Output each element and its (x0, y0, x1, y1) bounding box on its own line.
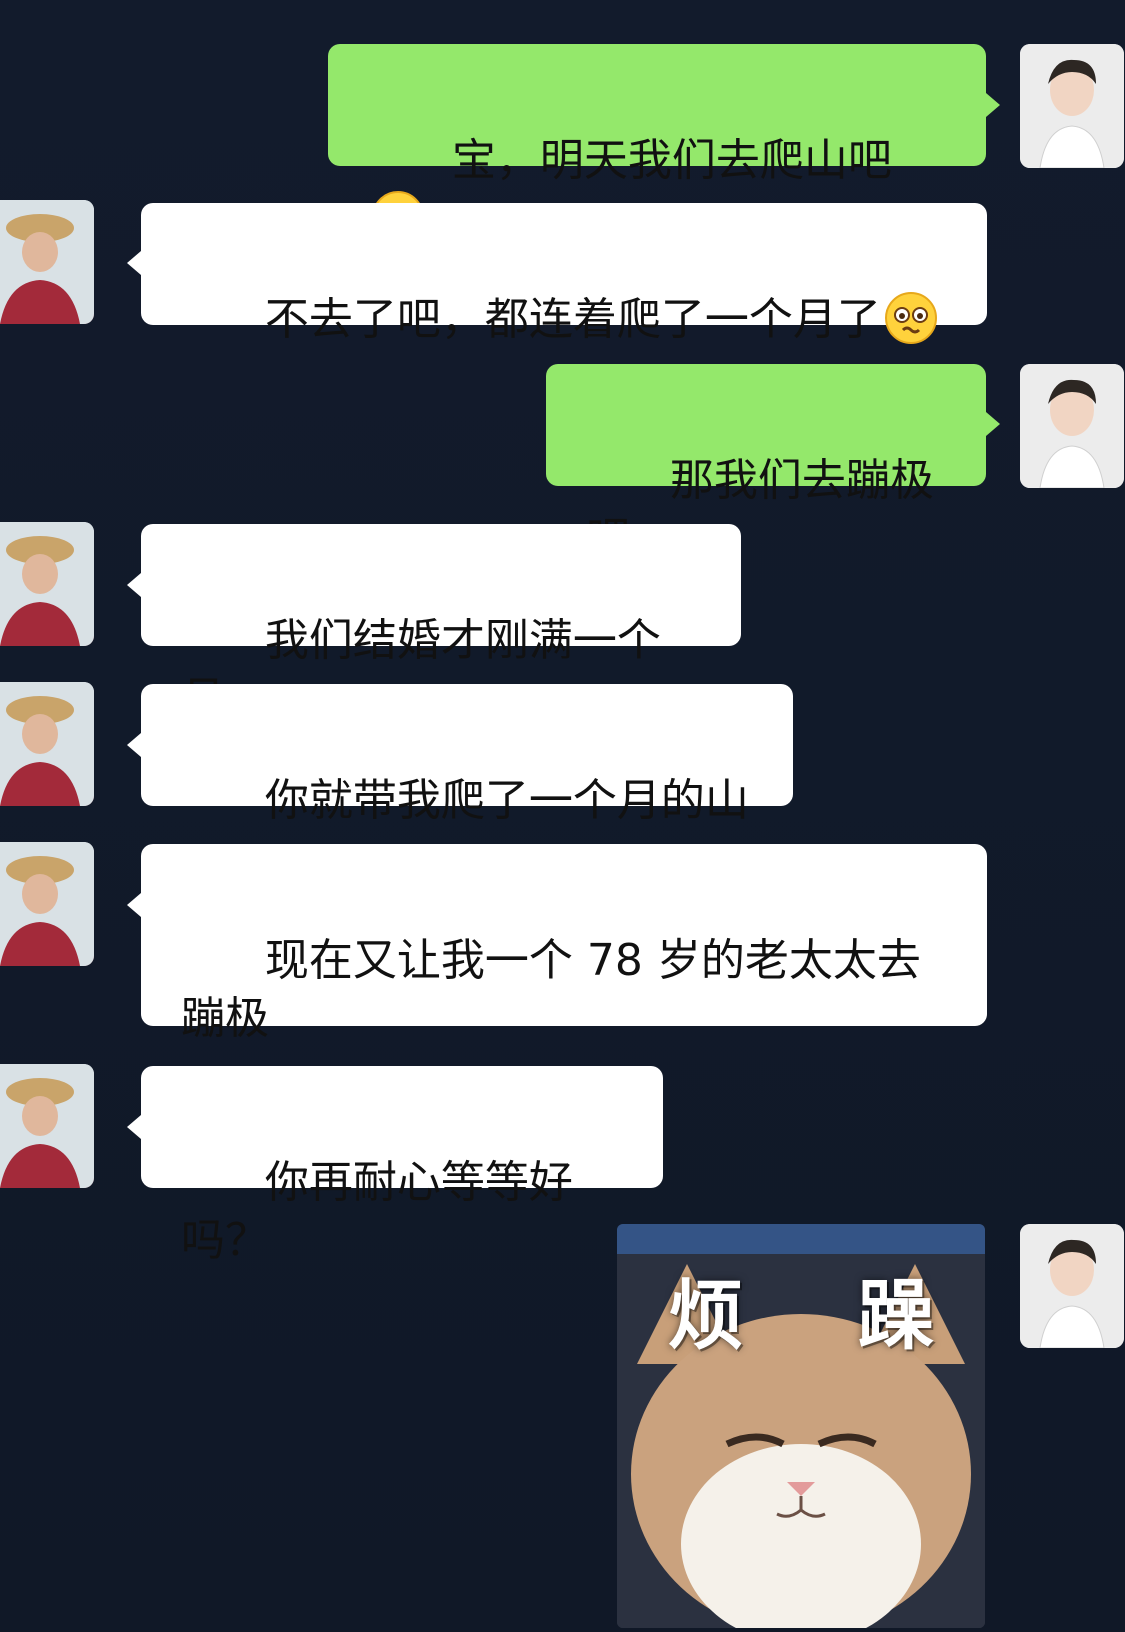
message-bubble-received[interactable]: 不去了吧，都连着爬了一个月了 (141, 203, 987, 345)
message-bubble-sent[interactable]: 宝，明天我们去爬山吧 (328, 44, 986, 243)
message-bubble-received[interactable]: 你就带我爬了一个月的山 (141, 684, 793, 826)
contact-avatar[interactable] (0, 842, 94, 966)
message-text: 你再耐心等等好吗？ (181, 1157, 573, 1266)
contact-avatar[interactable] (0, 1064, 94, 1188)
pleading-emoji-icon (883, 290, 939, 346)
cat-sticker[interactable]: 烦 躁 (617, 1224, 985, 1628)
message-bubble-received[interactable]: 现在又让我一个 78 岁的老太太去 蹦极 (141, 844, 987, 1044)
sticker-caption: 烦 躁 (667, 1271, 979, 1360)
my-avatar[interactable] (1020, 1224, 1124, 1348)
bubble-tail (986, 93, 1000, 117)
contact-avatar[interactable] (0, 200, 94, 324)
message-bubble-sent[interactable]: 那我们去蹦极吧 (546, 364, 986, 564)
my-avatar[interactable] (1020, 364, 1124, 488)
bubble-tail (127, 1115, 141, 1139)
message-bubble-received[interactable]: 你再耐心等等好吗？ (141, 1066, 663, 1266)
contact-avatar[interactable] (0, 682, 94, 806)
message-bubble-received[interactable]: 我们结婚才刚满一个月 (141, 524, 741, 724)
bubble-tail (127, 573, 141, 597)
message-text: 宝，明天我们去爬山吧 (451, 135, 892, 186)
bubble-tail (986, 412, 1000, 436)
message-text: 不去了吧，都连着爬了一个月了 (264, 294, 881, 345)
contact-avatar[interactable] (0, 522, 94, 646)
my-avatar[interactable] (1020, 44, 1124, 168)
bubble-tail (127, 733, 141, 757)
message-text: 你就带我爬了一个月的山 (264, 775, 749, 826)
bubble-tail (127, 251, 141, 275)
bubble-tail (127, 893, 141, 917)
message-text: 现在又让我一个 78 岁的老太太去 蹦极 (181, 935, 921, 1044)
chat-window: 宝，明天我们去爬山吧 不去了吧，都连着爬了一个月了 那我们去蹦极吧 (0, 0, 1125, 1632)
